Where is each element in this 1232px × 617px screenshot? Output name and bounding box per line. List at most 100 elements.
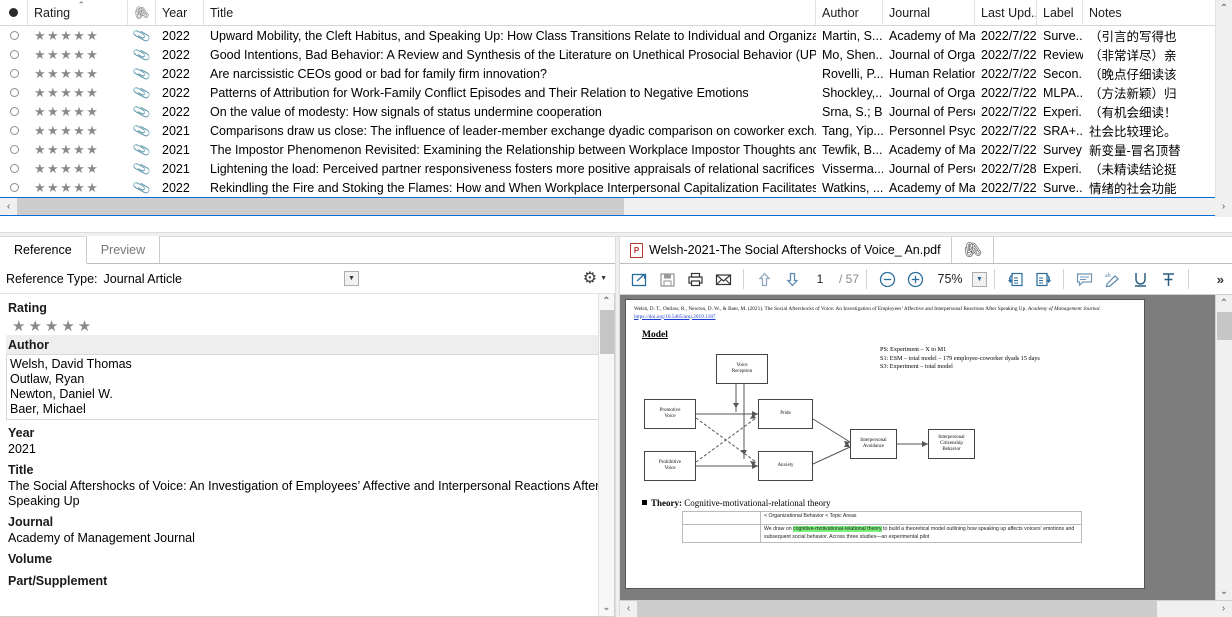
column-header-label[interactable]: Label (1037, 0, 1083, 25)
underline-icon[interactable] (1127, 267, 1153, 291)
field-value-journal[interactable]: Academy of Management Journal (6, 531, 608, 549)
column-header-author[interactable]: Author (816, 0, 883, 25)
open-external-icon[interactable] (626, 267, 652, 291)
print-icon[interactable] (682, 267, 708, 291)
column-header-title[interactable]: Title (204, 0, 816, 25)
pdf-viewport[interactable]: Welsh, D. T., Outlaw, R., Newton, D. W.,… (620, 295, 1232, 600)
pdf-page-scroll-area[interactable]: Welsh, D. T., Outlaw, R., Newton, D. W.,… (620, 295, 1215, 600)
save-icon[interactable] (654, 267, 680, 291)
scroll-up-icon[interactable]: ⌃ (1220, 295, 1228, 312)
tab-preview[interactable]: Preview (86, 236, 161, 264)
field-value-part-supplement[interactable] (6, 590, 608, 593)
table-row[interactable]: ★★★★★ 📎 2021 Lightening the load: Perceived… (0, 159, 1232, 178)
reference-type-dropdown[interactable]: ▼ (192, 269, 362, 289)
row-attachment[interactable]: 📎 (128, 121, 156, 140)
table-row[interactable]: ★★★★★ 📎 2021 The Impostor Phenomenon Revisi… (0, 140, 1232, 159)
list-hscroll-thumb[interactable] (17, 198, 624, 216)
row-attachment[interactable]: 📎 (128, 64, 156, 83)
pdf-vertical-scrollbar[interactable]: ⌃ ⌄ (1215, 295, 1232, 600)
tab-attachments[interactable]: 🖇 (952, 237, 994, 264)
list-horizontal-scrollbar[interactable]: ‹ › (0, 198, 1232, 216)
row-attachment[interactable]: 📎 (128, 45, 156, 64)
field-settings-button[interactable]: ⚙ ▼ (583, 270, 609, 287)
scroll-up-icon[interactable]: ⌃ (602, 294, 610, 310)
row-rating[interactable]: ★★★★★ (28, 45, 128, 64)
row-select-radio[interactable] (0, 45, 28, 64)
table-row[interactable]: ★★★★★ 📎 2022 Are narcissistic CEOs good or … (0, 64, 1232, 83)
reference-vscroll-thumb[interactable] (600, 310, 614, 355)
table-row[interactable]: ★★★★★ 📎 2021 Comparisons draw us close: The… (0, 121, 1232, 140)
scroll-right-icon[interactable]: › (1215, 603, 1232, 614)
zoom-level-value[interactable]: 75% (930, 272, 970, 286)
table-row[interactable]: ★★★★★ 📎 2022 On the value of modesty: How s… (0, 102, 1232, 121)
pdf-horizontal-scrollbar[interactable]: ‹ › (620, 599, 1232, 617)
scroll-right-icon[interactable]: › (1215, 201, 1232, 212)
row-select-radio[interactable] (0, 83, 28, 102)
scroll-down-icon[interactable]: ⌄ (602, 600, 610, 616)
arrow-down-icon[interactable] (779, 267, 805, 291)
chevron-down-icon[interactable]: ▼ (972, 271, 988, 287)
scroll-left-icon[interactable]: ‹ (620, 603, 637, 614)
row-select-radio[interactable] (0, 121, 28, 140)
tab-reference[interactable]: Reference (0, 237, 87, 265)
field-value-rating[interactable]: ★★★★★ (6, 317, 608, 335)
row-rating[interactable]: ★★★★★ (28, 102, 128, 121)
row-attachment[interactable]: 📎 (128, 102, 156, 121)
highlight-pen-icon[interactable]: ab (1099, 267, 1125, 291)
scroll-left-icon[interactable]: ‹ (0, 201, 17, 212)
go-back-icon[interactable] (1002, 267, 1028, 291)
row-rating[interactable]: ★★★★★ (28, 83, 128, 102)
row-select-radio[interactable] (0, 140, 28, 159)
reference-fields-scrollarea[interactable]: Rating ★★★★★ Author Welsh, David Thomas Outl… (0, 294, 615, 617)
list-vertical-scrollbar[interactable]: ⌃ ⌄ (1215, 0, 1232, 217)
row-select-radio[interactable] (0, 178, 28, 197)
chevron-down-icon[interactable]: ▼ (600, 275, 607, 282)
pdf-hscroll-thumb[interactable] (637, 600, 1157, 617)
row-select-radio[interactable] (0, 102, 28, 121)
table-row[interactable]: ★★★★★ 📎 2022 Rekindling the Fire and Stokin… (0, 178, 1232, 197)
field-value-year[interactable]: 2021 (6, 442, 608, 460)
column-header-select[interactable] (0, 0, 28, 25)
strikethrough-icon[interactable] (1155, 267, 1181, 291)
scroll-down-icon[interactable]: ⌄ (1220, 583, 1228, 600)
zoom-in-icon[interactable] (902, 267, 928, 291)
tab-pdf-document[interactable]: P Welsh-2021-The Social Aftershocks of V… (620, 237, 952, 264)
arrow-up-icon[interactable] (751, 267, 777, 291)
zoom-out-icon[interactable] (874, 267, 900, 291)
row-select-radio[interactable] (0, 64, 28, 83)
column-header-notes[interactable]: Notes (1083, 0, 1213, 25)
row-select-radio[interactable] (0, 159, 28, 178)
toolbar-overflow-button[interactable]: » (1217, 272, 1226, 287)
row-rating[interactable]: ★★★★★ (28, 159, 128, 178)
field-value-title[interactable]: The Social Aftershocks of Voice: An Inve… (6, 479, 608, 512)
row-attachment[interactable]: 📎 (128, 178, 156, 197)
row-attachment[interactable]: 📎 (128, 140, 156, 159)
go-forward-icon[interactable] (1030, 267, 1056, 291)
column-header-rating[interactable]: Rating ⌃ (28, 0, 128, 25)
field-value-author[interactable]: Welsh, David Thomas Outlaw, Ryan Newton, D… (6, 354, 608, 421)
row-rating[interactable]: ★★★★★ (28, 140, 128, 159)
column-header-journal[interactable]: Journal (883, 0, 975, 25)
reference-vertical-scrollbar[interactable]: ⌃ ⌄ (598, 294, 614, 616)
pdf-citation-doi-link[interactable]: https://doi.org/10.5465/amj.2019.1187 (634, 314, 716, 320)
list-hscroll-track[interactable] (17, 198, 1215, 216)
pdf-hscroll-track[interactable] (637, 600, 1215, 617)
row-attachment[interactable]: 📎 (128, 26, 156, 45)
row-rating[interactable]: ★★★★★ (28, 178, 128, 197)
list-vscroll-track[interactable] (1215, 17, 1232, 200)
row-attachment[interactable]: 📎 (128, 83, 156, 102)
sticky-note-icon[interactable] (1071, 267, 1097, 291)
column-header-attachment[interactable]: 🖇 (128, 0, 156, 25)
email-icon[interactable] (710, 267, 736, 291)
row-rating[interactable]: ★★★★★ (28, 64, 128, 83)
pdf-vscroll-thumb[interactable] (1217, 312, 1232, 341)
row-rating[interactable]: ★★★★★ (28, 121, 128, 140)
row-rating[interactable]: ★★★★★ (28, 26, 128, 45)
row-select-radio[interactable] (0, 26, 28, 45)
column-header-last-updated[interactable]: Last Upd... (975, 0, 1037, 25)
table-row[interactable]: ★★★★★ 📎 2022 Upward Mobility, the Cleft Hab… (0, 26, 1232, 45)
table-row[interactable]: ★★★★★ 📎 2022 Patterns of Attribution for Wo… (0, 83, 1232, 102)
table-row[interactable]: ★★★★★ 📎 2022 Good Intentions, Bad Behavior:… (0, 45, 1232, 64)
scroll-up-icon[interactable]: ⌃ (1216, 0, 1232, 17)
page-number-input[interactable]: 1 (807, 270, 833, 289)
